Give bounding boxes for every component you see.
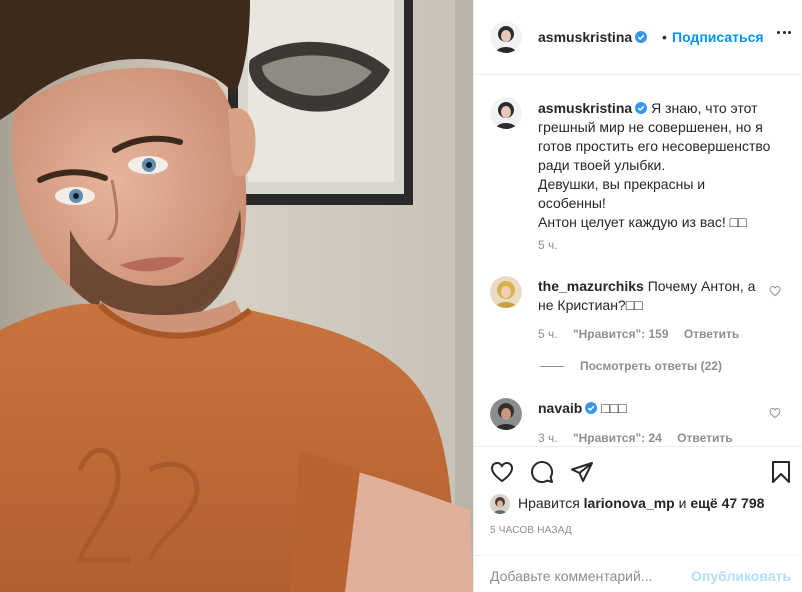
caption-line: Антон целует каждую из вас! □□ xyxy=(538,214,747,230)
comment-text: Почему Антон, а xyxy=(647,278,756,294)
caption-line: грешный мир не совершенен, но я xyxy=(538,119,763,135)
replies-divider xyxy=(540,366,564,368)
publish-button[interactable]: Опубликовать xyxy=(691,568,791,584)
likes-prefix: Нравится xyxy=(518,495,580,511)
caption-line: готов простить его несовершенство xyxy=(538,138,771,154)
comment-text: не Кристиан?□□ xyxy=(538,297,643,313)
comment: the_mazurchiks Почему Антон, а не Кристи… xyxy=(538,277,758,315)
caption-username[interactable]: asmuskristina xyxy=(538,100,648,116)
commenter-username[interactable]: the_mazurchiks xyxy=(538,278,644,294)
caption: asmuskristina Я знаю, что этот грешный м… xyxy=(538,99,784,232)
verified-badge-icon xyxy=(635,102,648,114)
post-photo[interactable] xyxy=(0,0,473,592)
comment-meta: 5 ч. "Нравится": 159 Ответить xyxy=(538,327,751,341)
header-separator: • xyxy=(662,29,667,45)
caption-username-text[interactable]: asmuskristina xyxy=(538,100,632,116)
comment-likes-count[interactable]: "Нравится": 159 xyxy=(573,327,669,341)
like-heart-icon[interactable] xyxy=(490,460,514,484)
caption-line: ради твоей улыбки. xyxy=(538,157,666,173)
post-photo-image xyxy=(0,0,473,592)
reply-button[interactable]: Ответить xyxy=(684,327,739,341)
author-avatar[interactable] xyxy=(490,21,522,53)
comment-input[interactable] xyxy=(490,568,690,584)
comment-timestamp[interactable]: 3 ч. xyxy=(538,431,558,445)
commenter-username-text[interactable]: navaib xyxy=(538,400,582,416)
instagram-post-modal: asmuskristina • Подписаться asmuskristin… xyxy=(0,0,802,592)
commenter-avatar[interactable] xyxy=(490,276,522,308)
reply-button[interactable]: Ответить xyxy=(677,431,732,445)
post-side-panel: asmuskristina • Подписаться asmuskristin… xyxy=(473,0,802,592)
post-date[interactable]: 5 ЧАСОВ НАЗАД xyxy=(490,525,572,536)
view-replies-button[interactable]: Посмотреть ответы (22) xyxy=(540,359,722,373)
author-username-text[interactable]: asmuskristina xyxy=(538,29,632,45)
comments-list[interactable]: asmuskristina Я знаю, что этот грешный м… xyxy=(474,76,802,446)
action-bar xyxy=(474,446,802,498)
post-header: asmuskristina • Подписаться xyxy=(474,0,802,75)
view-replies-label[interactable]: Посмотреть ответы (22) xyxy=(580,359,722,373)
share-paper-plane-icon[interactable] xyxy=(570,460,594,484)
author-username[interactable]: asmuskristina xyxy=(538,29,648,45)
add-comment-bar: Опубликовать xyxy=(474,555,802,592)
commenter-username[interactable]: navaib xyxy=(538,400,598,416)
likes-text: Нравится larionova_mp и ещё 47 798 xyxy=(518,495,764,511)
more-options-icon[interactable] xyxy=(777,31,791,35)
commenter-avatar[interactable] xyxy=(490,398,522,430)
verified-badge-icon xyxy=(585,402,598,414)
comment-timestamp[interactable]: 5 ч. xyxy=(538,327,558,341)
like-comment-heart-icon[interactable] xyxy=(769,285,781,297)
follow-button[interactable]: Подписаться xyxy=(672,29,764,45)
comment-text: □□□ xyxy=(601,400,627,416)
likes-connector: и xyxy=(678,495,687,511)
comment-bubble-icon[interactable] xyxy=(530,460,554,484)
caption-line: Девушки, вы прекрасны и xyxy=(538,176,706,192)
likes-count[interactable]: ещё 47 798 xyxy=(690,495,764,511)
caption-line: особенны! xyxy=(538,195,606,211)
liker-username[interactable]: larionova_mp xyxy=(584,495,675,511)
caption-line: Я знаю, что этот xyxy=(651,100,758,116)
caption-timestamp[interactable]: 5 ч. xyxy=(538,238,558,252)
comment-meta: 3 ч. "Нравится": 24 Ответить xyxy=(538,431,745,445)
like-comment-heart-icon[interactable] xyxy=(769,407,781,419)
liker-avatar[interactable] xyxy=(490,494,510,514)
caption-author-avatar[interactable] xyxy=(490,97,522,129)
bookmark-save-icon[interactable] xyxy=(769,460,793,484)
comment-likes-count[interactable]: "Нравится": 24 xyxy=(573,431,662,445)
comment: navaib □□□ xyxy=(538,399,758,418)
verified-badge-icon xyxy=(635,31,648,43)
